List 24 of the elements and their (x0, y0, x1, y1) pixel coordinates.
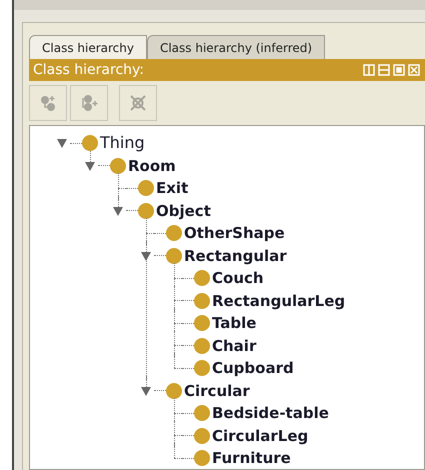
class-label[interactable]: Furniture (212, 447, 291, 469)
class-label[interactable]: Circular (184, 380, 250, 402)
collapse-triangle-icon[interactable] (140, 384, 152, 397)
collapse-triangle-icon[interactable] (112, 204, 124, 217)
class-label[interactable]: CircularLeg (212, 424, 308, 447)
class-label[interactable]: Couch (212, 267, 264, 290)
collapse-triangle-icon[interactable] (140, 250, 152, 262)
class-label[interactable]: Thing (100, 131, 145, 156)
view-controls-icon[interactable] (363, 64, 423, 76)
class-label[interactable]: Rectangular (184, 244, 287, 267)
class-label[interactable]: RectangularLeg (212, 290, 346, 312)
class-label[interactable]: OtherShape (184, 222, 285, 244)
class-label[interactable]: Bedside-table (212, 402, 329, 424)
tab[interactable]: Class hierarchy (inferred) (146, 35, 326, 59)
class-label[interactable]: Room (128, 154, 176, 177)
class-label[interactable]: Object (156, 200, 211, 222)
tab[interactable]: Class hierarchy (29, 35, 147, 59)
class-label[interactable]: Chair (212, 334, 256, 357)
class-label[interactable]: Cupboard (212, 357, 294, 380)
collapse-triangle-icon[interactable] (84, 160, 96, 172)
panel-title: Class hierarchy: (33, 60, 144, 80)
collapse-triangle-icon[interactable] (56, 137, 68, 150)
class-label[interactable]: Table (212, 312, 256, 334)
class-label[interactable]: Exit (156, 177, 188, 200)
